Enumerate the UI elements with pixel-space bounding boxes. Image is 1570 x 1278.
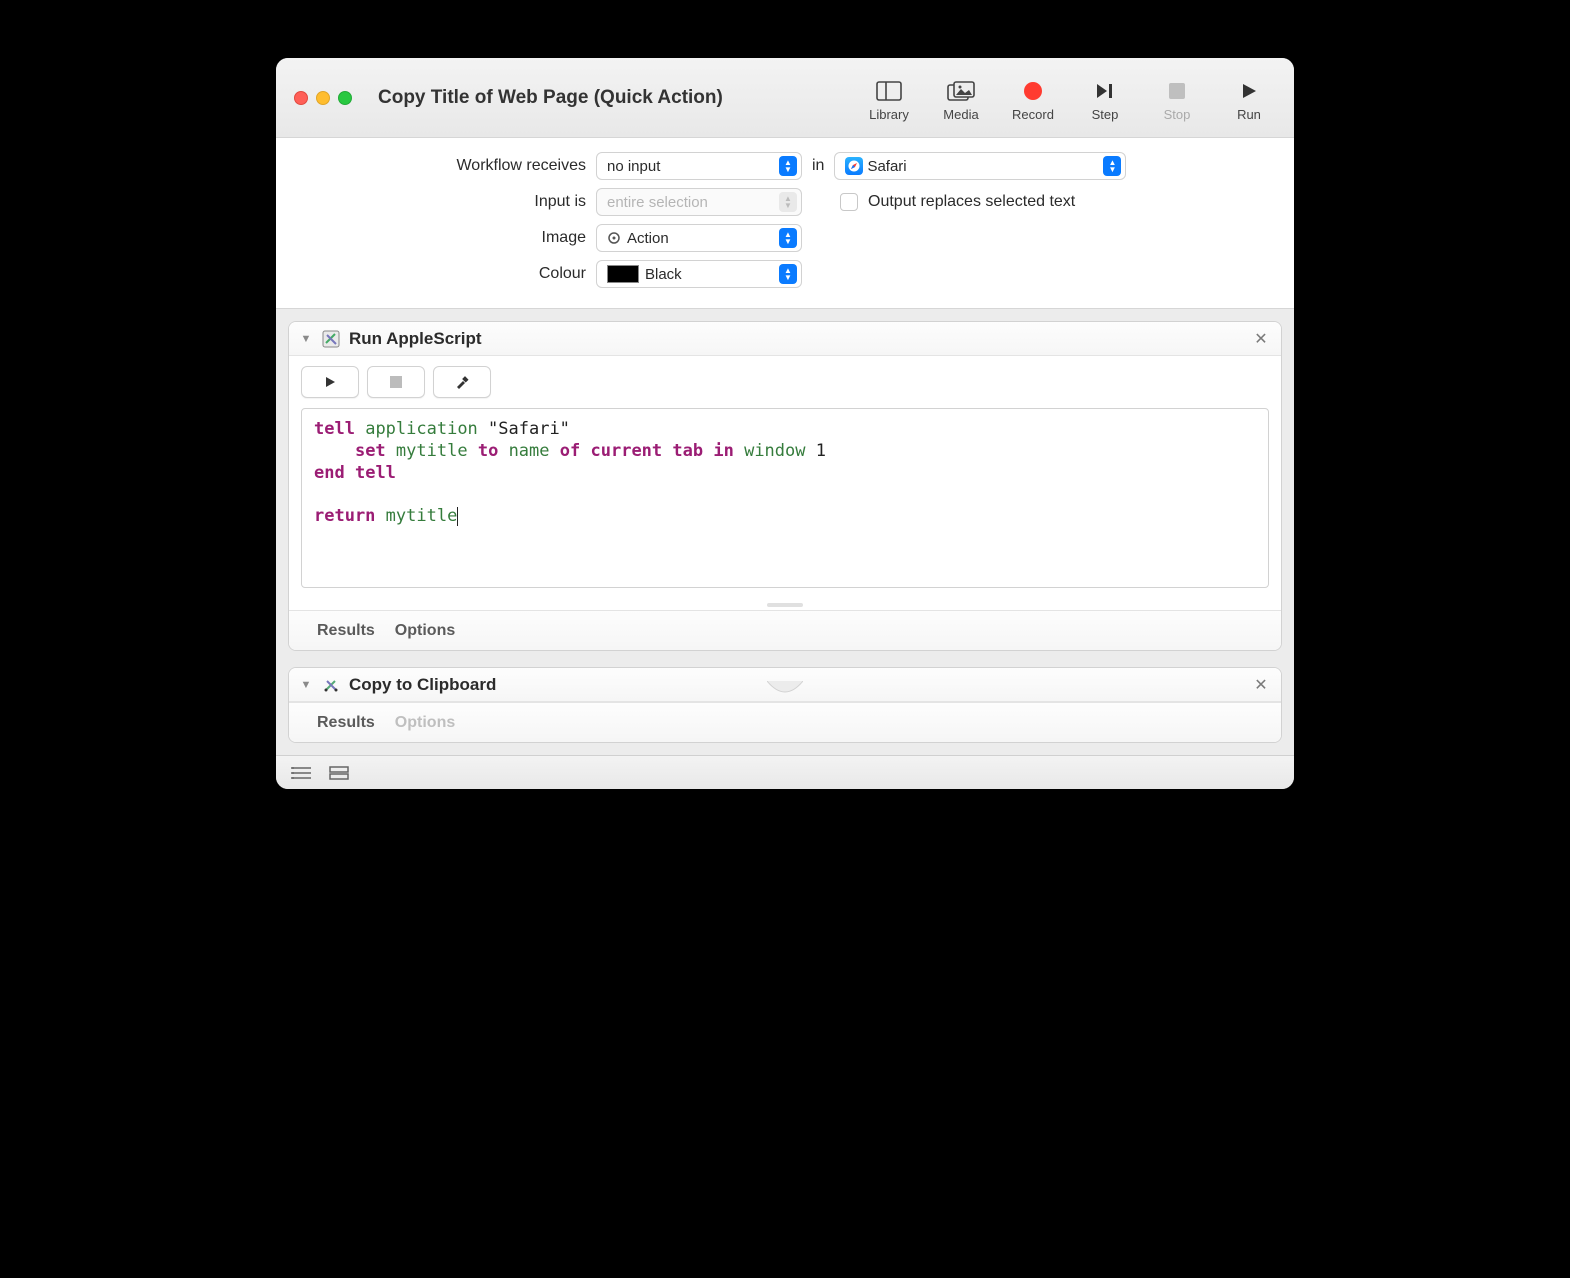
results-tab[interactable]: Results [317, 714, 375, 732]
image-select[interactable]: Action ▲▼ [596, 224, 802, 252]
step-label: Step [1092, 107, 1119, 122]
script-editor[interactable]: tell application "Safari" set mytitle to… [301, 408, 1269, 588]
workflow-receives-select[interactable]: no input ▲▼ [596, 152, 802, 180]
input-is-label: Input is [296, 193, 586, 211]
options-tab[interactable]: Options [395, 622, 455, 640]
gear-icon [607, 231, 621, 245]
step-button[interactable]: Step [1078, 77, 1132, 122]
chevron-updown-icon: ▲▼ [1103, 156, 1121, 176]
workflow-canvas[interactable]: ▼ Run AppleScript ✕ tell application "Sa… [276, 309, 1294, 755]
library-icon [876, 77, 902, 105]
colour-select[interactable]: Black ▲▼ [596, 260, 802, 288]
action-footer: Results Options [289, 610, 1281, 650]
close-icon[interactable]: ✕ [1251, 329, 1271, 349]
titlebar: Copy Title of Web Page (Quick Action) Li… [276, 58, 1294, 138]
chevron-updown-icon: ▲▼ [779, 192, 797, 212]
stop-icon [1169, 77, 1185, 105]
chevron-updown-icon: ▲▼ [779, 228, 797, 248]
resize-handle[interactable] [289, 600, 1281, 610]
chevron-updown-icon: ▲▼ [779, 264, 797, 284]
media-label: Media [943, 107, 978, 122]
action-footer: Results Options [289, 702, 1281, 742]
clipboard-icon [321, 675, 341, 695]
in-label: in [812, 157, 824, 175]
window-title: Copy Title of Web Page (Quick Action) [378, 87, 723, 109]
image-value: Action [627, 230, 669, 247]
action-title: Run AppleScript [349, 329, 482, 349]
variables-view-button[interactable] [328, 765, 350, 781]
colour-value: Black [645, 266, 682, 283]
application-value: Safari [867, 158, 906, 175]
disclosure-down-icon[interactable]: ▼ [299, 333, 313, 345]
safari-icon [845, 157, 863, 175]
record-label: Record [1012, 107, 1054, 122]
script-run-button[interactable] [301, 366, 359, 398]
script-stop-button[interactable] [367, 366, 425, 398]
library-button[interactable]: Library [862, 77, 916, 122]
media-icon [947, 77, 975, 105]
workflow-receives-label: Workflow receives [296, 157, 586, 175]
run-button[interactable]: Run [1222, 77, 1276, 122]
stop-button: Stop [1150, 77, 1204, 122]
script-toolbar [289, 356, 1281, 398]
toolbar: Library Media Record Step [862, 73, 1276, 122]
output-replaces-label: Output replaces selected text [868, 193, 1075, 211]
status-bar [276, 755, 1294, 789]
action-run-applescript: ▼ Run AppleScript ✕ tell application "Sa… [288, 321, 1282, 651]
options-tab: Options [395, 714, 455, 732]
close-window-button[interactable] [294, 91, 308, 105]
disclosure-down-icon[interactable]: ▼ [299, 679, 313, 691]
automator-window: Copy Title of Web Page (Quick Action) Li… [276, 58, 1294, 789]
minimize-window-button[interactable] [316, 91, 330, 105]
colour-swatch [607, 265, 639, 283]
action-title: Copy to Clipboard [349, 675, 496, 695]
colour-label: Colour [296, 265, 586, 283]
action-header[interactable]: ▼ Copy to Clipboard ✕ [289, 668, 1281, 702]
media-button[interactable]: Media [934, 77, 988, 122]
action-copy-to-clipboard: ▼ Copy to Clipboard ✕ Results Options [288, 667, 1282, 743]
window-controls [294, 91, 352, 105]
step-icon [1095, 77, 1115, 105]
hammer-icon [454, 374, 470, 390]
output-replaces-checkbox[interactable] [840, 193, 858, 211]
image-label: Image [296, 229, 586, 247]
log-view-button[interactable] [290, 765, 312, 781]
script-compile-button[interactable] [433, 366, 491, 398]
library-label: Library [869, 107, 909, 122]
zoom-window-button[interactable] [338, 91, 352, 105]
action-header[interactable]: ▼ Run AppleScript ✕ [289, 322, 1281, 356]
chevron-updown-icon: ▲▼ [779, 156, 797, 176]
play-icon [323, 375, 337, 389]
quick-action-settings: Workflow receives no input ▲▼ in Safari … [276, 138, 1294, 309]
run-label: Run [1237, 107, 1261, 122]
workflow-receives-value: no input [607, 158, 660, 175]
close-icon[interactable]: ✕ [1251, 675, 1271, 695]
stop-label: Stop [1164, 107, 1191, 122]
record-button[interactable]: Record [1006, 77, 1060, 122]
input-is-select: entire selection ▲▼ [596, 188, 802, 216]
stop-icon [390, 376, 402, 388]
record-icon [1023, 77, 1043, 105]
application-select[interactable]: Safari ▲▼ [834, 152, 1126, 180]
applescript-icon [321, 329, 341, 349]
run-icon [1240, 77, 1258, 105]
results-tab[interactable]: Results [317, 622, 375, 640]
input-is-value: entire selection [607, 194, 708, 211]
